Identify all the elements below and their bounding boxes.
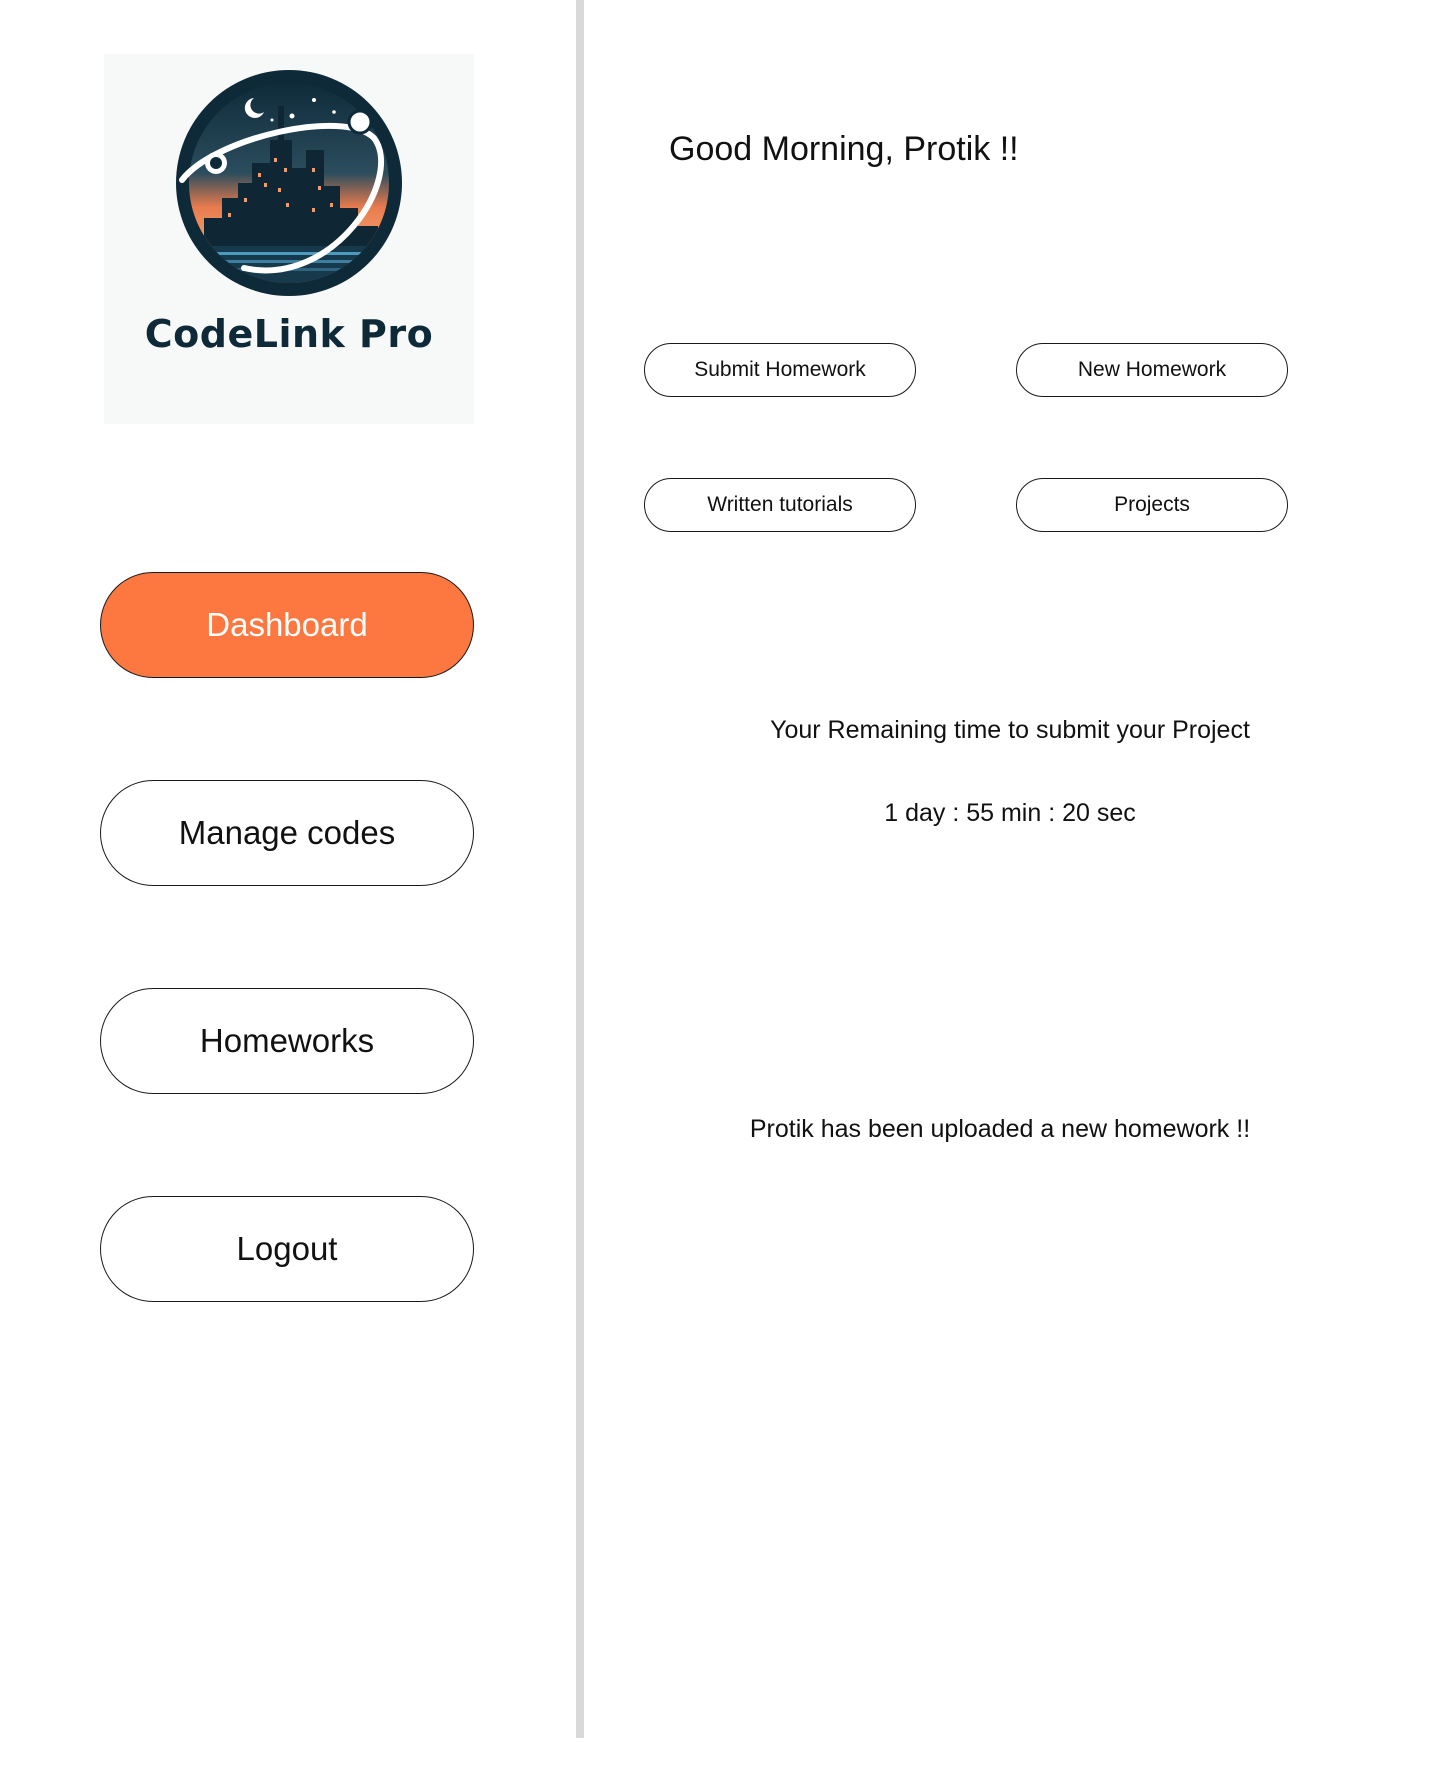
- brand-name: CodeLink Pro: [144, 312, 434, 356]
- city-orbit-logo-icon: [176, 70, 402, 296]
- sidebar-item-logout[interactable]: Logout: [100, 1196, 474, 1302]
- countdown-label: Your Remaining time to submit your Proje…: [770, 716, 1250, 744]
- written-tutorials-button[interactable]: Written tutorials: [644, 478, 916, 532]
- sidebar-item-homeworks[interactable]: Homeworks: [100, 988, 474, 1094]
- new-homework-button[interactable]: New Homework: [1016, 343, 1288, 397]
- sidebar: CodeLink Pro Dashboard Manage codes Home…: [0, 0, 576, 1770]
- greeting-title: Good Morning, Protik !!: [669, 130, 1019, 168]
- countdown-value: 1 day : 55 min : 20 sec: [884, 799, 1136, 827]
- sidebar-divider: [576, 0, 584, 1738]
- sidebar-item-dashboard[interactable]: Dashboard: [100, 572, 474, 678]
- homework-notification: Protik has been uploaded a new homework …: [749, 1115, 1251, 1143]
- projects-button[interactable]: Projects: [1016, 478, 1288, 532]
- brand-logo: CodeLink Pro: [104, 54, 474, 424]
- submit-homework-button[interactable]: Submit Homework: [644, 343, 916, 397]
- sidebar-item-manage-codes[interactable]: Manage codes: [100, 780, 474, 886]
